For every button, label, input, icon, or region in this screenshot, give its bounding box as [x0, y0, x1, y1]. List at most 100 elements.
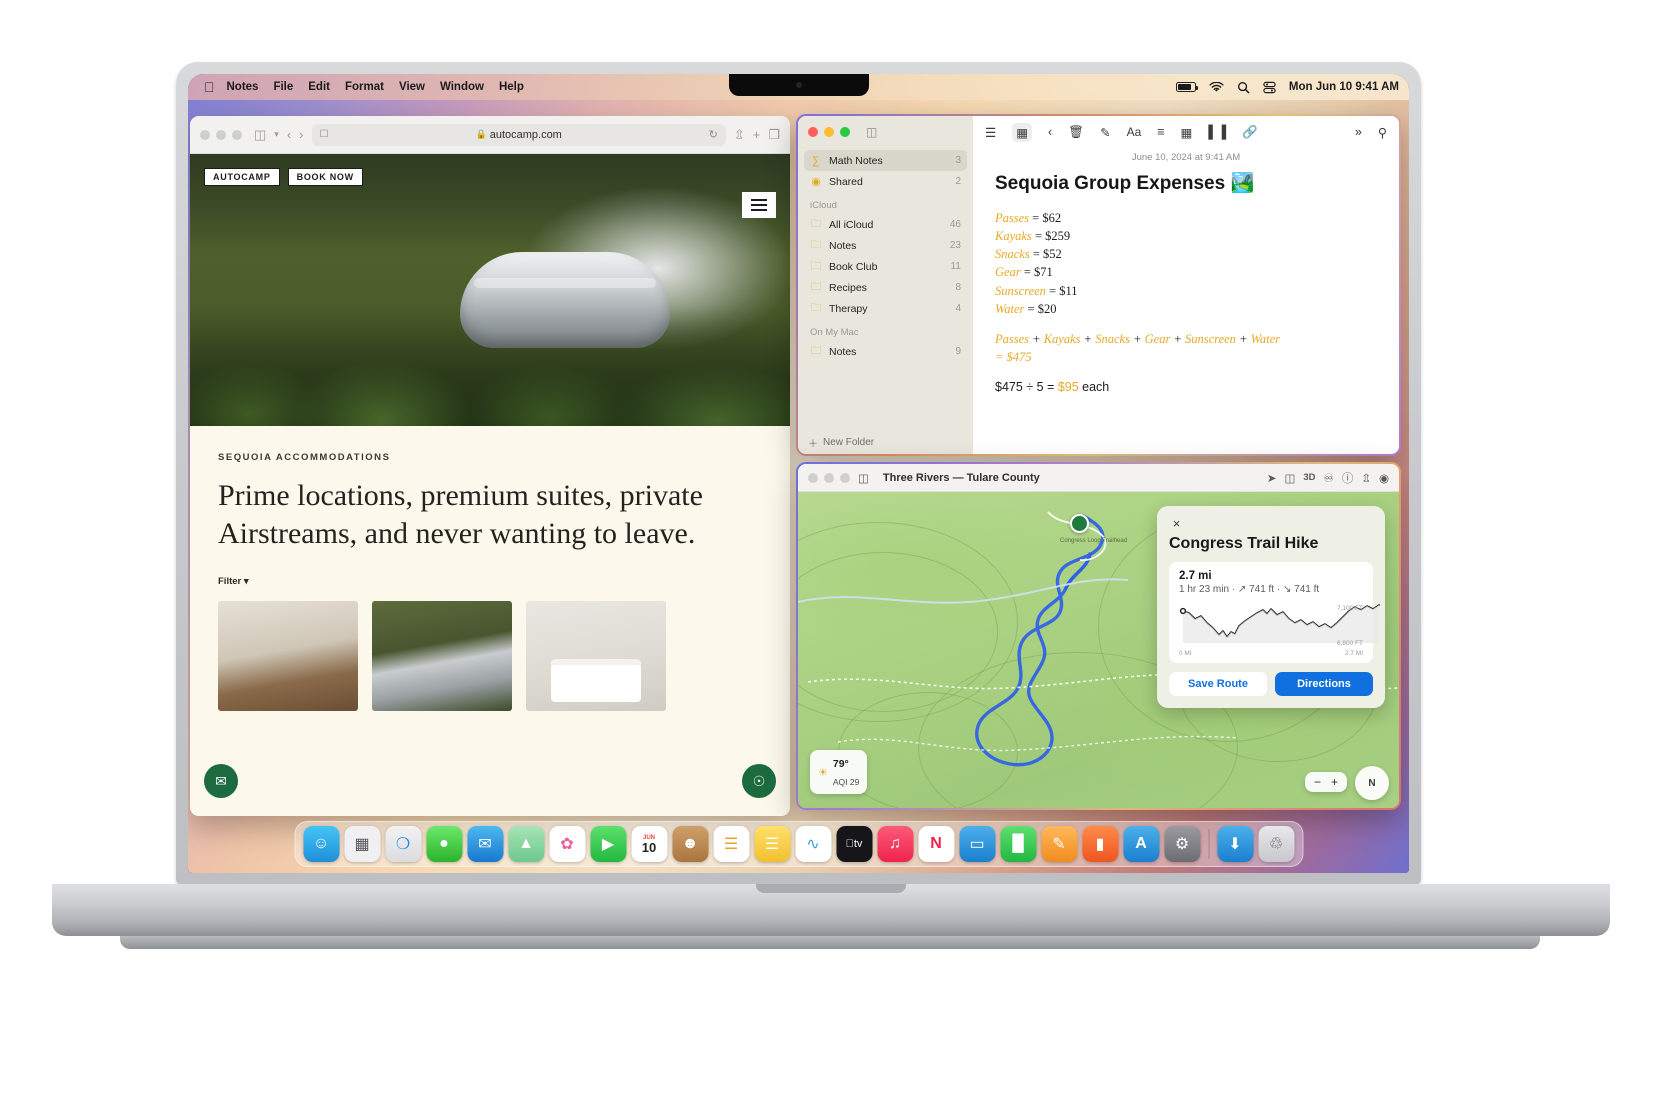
zoom-in-button[interactable]: + [1331, 775, 1338, 789]
trash-icon[interactable]: 🗑 [1068, 125, 1084, 140]
wifi-icon[interactable] [1209, 81, 1224, 93]
menu-item-format[interactable]: Format [345, 81, 384, 93]
weather-widget[interactable]: ☀ 79° AQI 29 [810, 750, 868, 794]
dock-item-contacts[interactable]: ☻ [672, 826, 708, 862]
reload-icon[interactable]: ↻ [709, 128, 718, 141]
dock-item-photos[interactable]: ✿ [549, 826, 585, 862]
menu-item-view[interactable]: View [399, 81, 425, 93]
listing-card[interactable] [218, 600, 358, 711]
new-tab-icon[interactable]: + [753, 127, 761, 142]
info-icon[interactable]: ⓘ [1342, 470, 1354, 486]
sidebar-item-local-notes[interactable]: 🗀 Notes 9 [804, 341, 967, 362]
menu-item-window[interactable]: Window [440, 81, 484, 93]
maps-traffic-lights[interactable] [808, 472, 850, 483]
sidebar-toggle-icon[interactable]: ◫ [858, 471, 869, 485]
notes-window[interactable]: ◫ ∑ Math Notes 3 ◉ Shared 2 iCloud 🗀 All… [796, 114, 1401, 456]
sidebar-item-shared[interactable]: ◉ Shared 2 [804, 171, 967, 192]
table-icon[interactable]: ▦ [1181, 125, 1193, 140]
dock-item-messages[interactable]: ● [426, 826, 462, 862]
brand-logo[interactable]: AUTOCAMP [204, 168, 280, 186]
menu-item-notes[interactable]: Notes [227, 81, 259, 93]
map-zoom-controls[interactable]: − + [1304, 772, 1347, 792]
share-icon[interactable]: ⇫ [1361, 471, 1371, 485]
list-view-icon[interactable]: ☰ [985, 125, 996, 140]
more-icon[interactable]: » [1355, 125, 1362, 139]
dock-item-downloads[interactable]: ⬇ [1217, 826, 1253, 862]
close-icon[interactable]: × [1169, 516, 1184, 531]
minimize-button[interactable] [824, 472, 834, 483]
share-icon[interactable]: ⇫ [734, 127, 745, 143]
dock-item-trash[interactable]: ♲ [1258, 826, 1294, 862]
3d-icon[interactable]: 3D [1303, 472, 1315, 483]
trail-info-card[interactable]: × Congress Trail Hike 2.7 mi 1 hr 23 min… [1157, 506, 1385, 708]
listing-card[interactable] [372, 600, 512, 711]
zoom-button[interactable] [232, 129, 242, 140]
binoculars-icon[interactable]: ♾ [1324, 471, 1334, 485]
window-traffic-lights[interactable] [200, 129, 242, 140]
close-button[interactable] [808, 127, 818, 137]
new-folder-button[interactable]: ＋ New Folder [798, 430, 973, 454]
notes-traffic-lights[interactable] [808, 127, 850, 137]
sidebar-item-notes[interactable]: 🗀 Notes 23 [804, 235, 967, 256]
save-route-button[interactable]: Save Route [1169, 672, 1267, 696]
sidebar-item-recipes[interactable]: 🗀 Recipes 8 [804, 277, 967, 298]
chat-fab-icon[interactable]: ✉ [204, 764, 238, 798]
dock-item-system-settings[interactable]: ⚙ [1164, 826, 1200, 862]
filter-button[interactable]: Filter ▾ [218, 576, 762, 587]
zoom-out-button[interactable]: − [1314, 775, 1321, 789]
tab-overview-icon[interactable]: ❐ [768, 127, 780, 143]
account-icon[interactable]: ◉ [1379, 471, 1389, 485]
map-mode-icon[interactable]: ◫ [1284, 471, 1295, 485]
trailhead-marker-icon[interactable] [1070, 514, 1089, 533]
dock-item-keynote[interactable]: ▭ [959, 826, 995, 862]
book-now-button[interactable]: BOOK NOW [287, 168, 363, 186]
sidebar-item-therapy[interactable]: 🗀 Therapy 4 [804, 298, 967, 319]
sidebar-item-math-notes[interactable]: ∑ Math Notes 3 [804, 150, 967, 171]
chevron-down-icon[interactable]: ▾ [274, 129, 279, 140]
checklist-icon[interactable]: ≡ [1157, 125, 1164, 139]
dock-item-numbers[interactable]: █ [1000, 826, 1036, 862]
back-icon[interactable]: ‹ [287, 127, 291, 142]
locate-icon[interactable]: ➤ [1267, 471, 1277, 485]
safari-window[interactable]: ◫ ▾ ‹ › ☐ 🔒 autocamp.com ↻ ⇫ + ❐ AUTOCAM… [190, 116, 790, 816]
format-icon[interactable]: Aa [1127, 125, 1142, 139]
note-body[interactable]: June 10, 2024 at 9:41 AM Sequoia Group E… [973, 148, 1399, 396]
sidebar-item-all-icloud[interactable]: 🗀 All iCloud 46 [804, 214, 967, 235]
maps-window[interactable]: ◫ Three Rivers — Tulare County ➤ ◫ 3D ♾ … [796, 462, 1401, 810]
directions-button[interactable]: Directions [1275, 672, 1373, 696]
close-button[interactable] [808, 472, 818, 483]
dock-item-notes[interactable]: ☰ [754, 826, 790, 862]
audio-icon[interactable]: ▌▐ [1208, 125, 1226, 139]
dock-item-freeform[interactable]: ∿ [795, 826, 831, 862]
dock-item-news[interactable]: N [918, 826, 954, 862]
menu-item-file[interactable]: File [273, 81, 293, 93]
dock-item-music[interactable]: ♫ [877, 826, 913, 862]
dock-item-facetime[interactable]: ▶ [590, 826, 626, 862]
minimize-button[interactable] [824, 127, 834, 137]
back-icon[interactable]: ‹ [1048, 125, 1052, 139]
sidebar-toggle-icon[interactable]: ◫ [254, 127, 266, 143]
close-button[interactable] [200, 129, 210, 140]
battery-icon[interactable] [1175, 82, 1198, 92]
menu-item-help[interactable]: Help [499, 81, 524, 93]
address-bar[interactable]: ☐ 🔒 autocamp.com ↻ [311, 123, 726, 146]
menu-clock[interactable]: Mon Jun 10 9:41 AM [1289, 81, 1399, 93]
dock-item-maps[interactable]: ▲ [508, 826, 544, 862]
zoom-button[interactable] [840, 127, 850, 137]
dock-item-tv[interactable]: tv [836, 826, 872, 862]
dock-item-safari[interactable]: ❍ [385, 826, 421, 862]
reader-icon[interactable]: ☐ [320, 129, 329, 140]
listing-card[interactable] [526, 600, 666, 711]
dock-item-launchpad[interactable]: ▦ [344, 826, 380, 862]
compass-icon[interactable]: N [1355, 766, 1389, 800]
zoom-button[interactable] [840, 472, 850, 483]
menu-item-edit[interactable]: Edit [308, 81, 330, 93]
sidebar-toggle-icon[interactable]: ◫ [866, 125, 877, 139]
dock-item-finder[interactable]: ☺ [303, 826, 339, 862]
sidebar-item-book-club[interactable]: 🗀 Book Club 11 [804, 256, 967, 277]
forward-icon[interactable]: › [299, 127, 303, 142]
grid-view-icon[interactable]: ▦ [1012, 122, 1033, 142]
accessibility-fab-icon[interactable]: ☉ [742, 764, 776, 798]
dock-item-pages[interactable]: ✎ [1041, 826, 1077, 862]
search-icon[interactable]: ⚲ [1378, 125, 1387, 140]
